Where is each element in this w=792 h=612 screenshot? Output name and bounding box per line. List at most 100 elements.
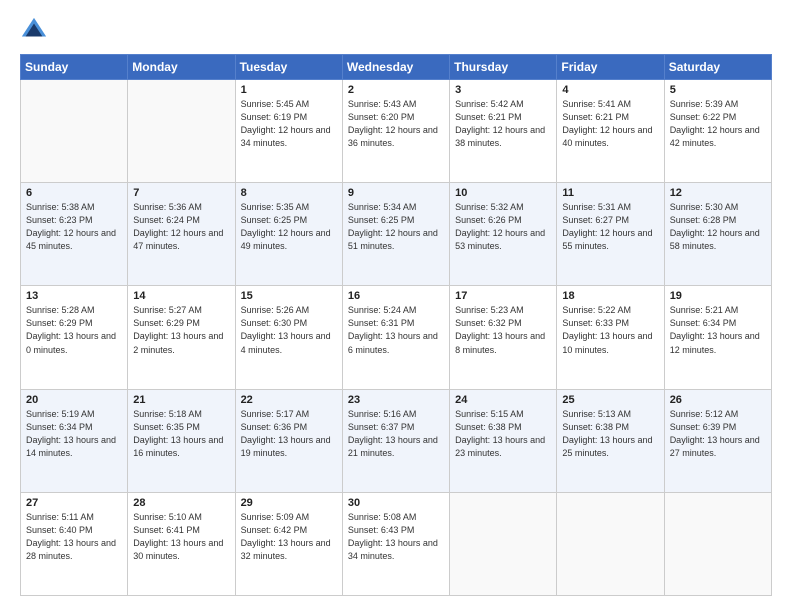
calendar-cell: 14Sunrise: 5:27 AM Sunset: 6:29 PM Dayli…: [128, 286, 235, 389]
day-info: Sunrise: 5:19 AM Sunset: 6:34 PM Dayligh…: [26, 408, 122, 460]
calendar-cell: 3 Sunrise: 5:42 AM Sunset: 6:21 PM Daylig…: [450, 80, 557, 183]
day-info: Sunrise: 5:16 AM Sunset: 6:37 PM Dayligh…: [348, 408, 444, 460]
calendar-cell: 21 Sunrise: 5:18 AM Sunset: 6:35 PM Dayli…: [128, 389, 235, 492]
weekday-header-friday: Friday: [557, 55, 664, 80]
day-info: Sunrise: 5:22 AM Sunset: 6:33 PM Dayligh…: [562, 304, 658, 356]
day-info: Sunrise: 5:36 AM Sunset: 6:24 PM Dayligh…: [133, 201, 229, 253]
day-info: Sunrise: 5:23 AM Sunset: 6:32 PM Dayligh…: [455, 304, 551, 356]
day-info: Sunrise: 5:38 AM Sunset: 6:23 PM Dayligh…: [26, 201, 122, 253]
day-number: 3: [455, 84, 551, 96]
day-info: Sunrise: 5:17 AM Sunset: 6:36 PM Dayligh…: [241, 408, 337, 460]
day-info: Sunrise: 5:45 AM Sunset: 6:19 PM Dayligh…: [241, 98, 337, 150]
day-number: 19: [670, 290, 766, 302]
day-info: Sunrise: 5:18 AM Sunset: 6:35 PM Dayligh…: [133, 408, 229, 460]
logo: [20, 16, 52, 44]
day-number: 18: [562, 290, 658, 302]
day-info: Sunrise: 5:11 AM Sunset: 6:40 PM Dayligh…: [26, 511, 122, 563]
page: SundayMondayTuesdayWednesdayThursdayFrid…: [0, 0, 792, 612]
calendar-cell: 18 Sunrise: 5:22 AM Sunset: 6:33 PM Dayli…: [557, 286, 664, 389]
calendar-header-row: SundayMondayTuesdayWednesdayThursdayFrid…: [21, 55, 772, 80]
calendar-cell: 27 Sunrise: 5:11 AM Sunset: 6:40 PM Dayli…: [21, 492, 128, 595]
weekday-header-sunday: Sunday: [21, 55, 128, 80]
calendar-cell: 10 Sunrise: 5:32 AM Sunset: 6:26 PM Dayli…: [450, 183, 557, 286]
day-info: Sunrise: 5:10 AM Sunset: 6:41 PM Dayligh…: [133, 511, 229, 563]
day-info: Sunrise: 5:43 AM Sunset: 6:20 PM Dayligh…: [348, 98, 444, 150]
day-info: Sunrise: 5:09 AM Sunset: 6:42 PM Dayligh…: [241, 511, 337, 563]
day-number: 29: [241, 497, 337, 509]
day-number: 23: [348, 394, 444, 406]
header: [20, 16, 772, 44]
calendar-cell: 24 Sunrise: 5:15 AM Sunset: 6:38 PM Dayli…: [450, 389, 557, 492]
weekday-header-tuesday: Tuesday: [235, 55, 342, 80]
day-number: 11: [562, 187, 658, 199]
calendar-cell: 17 Sunrise: 5:23 AM Sunset: 6:32 PM Dayli…: [450, 286, 557, 389]
calendar-cell: 13 Sunrise: 5:28 AM Sunset: 6:29 PM Dayli…: [21, 286, 128, 389]
calendar-cell: 29 Sunrise: 5:09 AM Sunset: 6:42 PM Dayli…: [235, 492, 342, 595]
day-info: Sunrise: 5:35 AM Sunset: 6:25 PM Dayligh…: [241, 201, 337, 253]
calendar-cell: 15 Sunrise: 5:26 AM Sunset: 6:30 PM Dayli…: [235, 286, 342, 389]
calendar-cell: 28 Sunrise: 5:10 AM Sunset: 6:41 PM Dayli…: [128, 492, 235, 595]
day-number: 26: [670, 394, 766, 406]
day-number: 7: [133, 187, 229, 199]
day-number: 16: [348, 290, 444, 302]
day-info: Sunrise: 5:15 AM Sunset: 6:38 PM Dayligh…: [455, 408, 551, 460]
day-number: 10: [455, 187, 551, 199]
weekday-header-monday: Monday: [128, 55, 235, 80]
day-info: Sunrise: 5:08 AM Sunset: 6:43 PM Dayligh…: [348, 511, 444, 563]
calendar-cell: 19Sunrise: 5:21 AM Sunset: 6:34 PM Dayli…: [664, 286, 771, 389]
calendar-week-row: 6 Sunrise: 5:38 AM Sunset: 6:23 PM Daylig…: [21, 183, 772, 286]
day-number: 15: [241, 290, 337, 302]
day-number: 2: [348, 84, 444, 96]
calendar-cell: [557, 492, 664, 595]
calendar-table: SundayMondayTuesdayWednesdayThursdayFrid…: [20, 54, 772, 596]
day-number: 9: [348, 187, 444, 199]
day-number: 28: [133, 497, 229, 509]
day-number: 4: [562, 84, 658, 96]
day-number: 21: [133, 394, 229, 406]
calendar-cell: 6 Sunrise: 5:38 AM Sunset: 6:23 PM Daylig…: [21, 183, 128, 286]
calendar-cell: 8Sunrise: 5:35 AM Sunset: 6:25 PM Daylig…: [235, 183, 342, 286]
day-info: Sunrise: 5:34 AM Sunset: 6:25 PM Dayligh…: [348, 201, 444, 253]
day-number: 14: [133, 290, 229, 302]
calendar-week-row: 1Sunrise: 5:45 AM Sunset: 6:19 PM Daylig…: [21, 80, 772, 183]
day-number: 27: [26, 497, 122, 509]
calendar-cell: 25 Sunrise: 5:13 AM Sunset: 6:38 PM Dayli…: [557, 389, 664, 492]
day-number: 25: [562, 394, 658, 406]
calendar-cell: 5 Sunrise: 5:39 AM Sunset: 6:22 PM Daylig…: [664, 80, 771, 183]
day-info: Sunrise: 5:39 AM Sunset: 6:22 PM Dayligh…: [670, 98, 766, 150]
calendar-cell: 4Sunrise: 5:41 AM Sunset: 6:21 PM Daylig…: [557, 80, 664, 183]
calendar-cell: [21, 80, 128, 183]
day-info: Sunrise: 5:28 AM Sunset: 6:29 PM Dayligh…: [26, 304, 122, 356]
calendar-cell: 7 Sunrise: 5:36 AM Sunset: 6:24 PM Daylig…: [128, 183, 235, 286]
day-info: Sunrise: 5:24 AM Sunset: 6:31 PM Dayligh…: [348, 304, 444, 356]
calendar-cell: 22 Sunrise: 5:17 AM Sunset: 6:36 PM Dayli…: [235, 389, 342, 492]
day-number: 6: [26, 187, 122, 199]
day-number: 13: [26, 290, 122, 302]
calendar-week-row: 20 Sunrise: 5:19 AM Sunset: 6:34 PM Dayli…: [21, 389, 772, 492]
day-info: Sunrise: 5:12 AM Sunset: 6:39 PM Dayligh…: [670, 408, 766, 460]
calendar-cell: 16 Sunrise: 5:24 AM Sunset: 6:31 PM Dayli…: [342, 286, 449, 389]
calendar-week-row: 13 Sunrise: 5:28 AM Sunset: 6:29 PM Dayli…: [21, 286, 772, 389]
calendar-cell: 12 Sunrise: 5:30 AM Sunset: 6:28 PM Dayli…: [664, 183, 771, 286]
day-number: 17: [455, 290, 551, 302]
day-info: Sunrise: 5:30 AM Sunset: 6:28 PM Dayligh…: [670, 201, 766, 253]
weekday-header-saturday: Saturday: [664, 55, 771, 80]
day-info: Sunrise: 5:13 AM Sunset: 6:38 PM Dayligh…: [562, 408, 658, 460]
day-info: Sunrise: 5:42 AM Sunset: 6:21 PM Dayligh…: [455, 98, 551, 150]
day-number: 20: [26, 394, 122, 406]
day-number: 30: [348, 497, 444, 509]
calendar-cell: 20 Sunrise: 5:19 AM Sunset: 6:34 PM Dayli…: [21, 389, 128, 492]
calendar-cell: [664, 492, 771, 595]
calendar-cell: 11 Sunrise: 5:31 AM Sunset: 6:27 PM Dayli…: [557, 183, 664, 286]
calendar-cell: 2 Sunrise: 5:43 AM Sunset: 6:20 PM Daylig…: [342, 80, 449, 183]
day-info: Sunrise: 5:26 AM Sunset: 6:30 PM Dayligh…: [241, 304, 337, 356]
day-info: Sunrise: 5:32 AM Sunset: 6:26 PM Dayligh…: [455, 201, 551, 253]
day-number: 5: [670, 84, 766, 96]
day-number: 22: [241, 394, 337, 406]
day-info: Sunrise: 5:31 AM Sunset: 6:27 PM Dayligh…: [562, 201, 658, 253]
calendar-cell: 1Sunrise: 5:45 AM Sunset: 6:19 PM Daylig…: [235, 80, 342, 183]
day-number: 12: [670, 187, 766, 199]
weekday-header-wednesday: Wednesday: [342, 55, 449, 80]
day-number: 24: [455, 394, 551, 406]
calendar-cell: 30 Sunrise: 5:08 AM Sunset: 6:43 PM Dayli…: [342, 492, 449, 595]
